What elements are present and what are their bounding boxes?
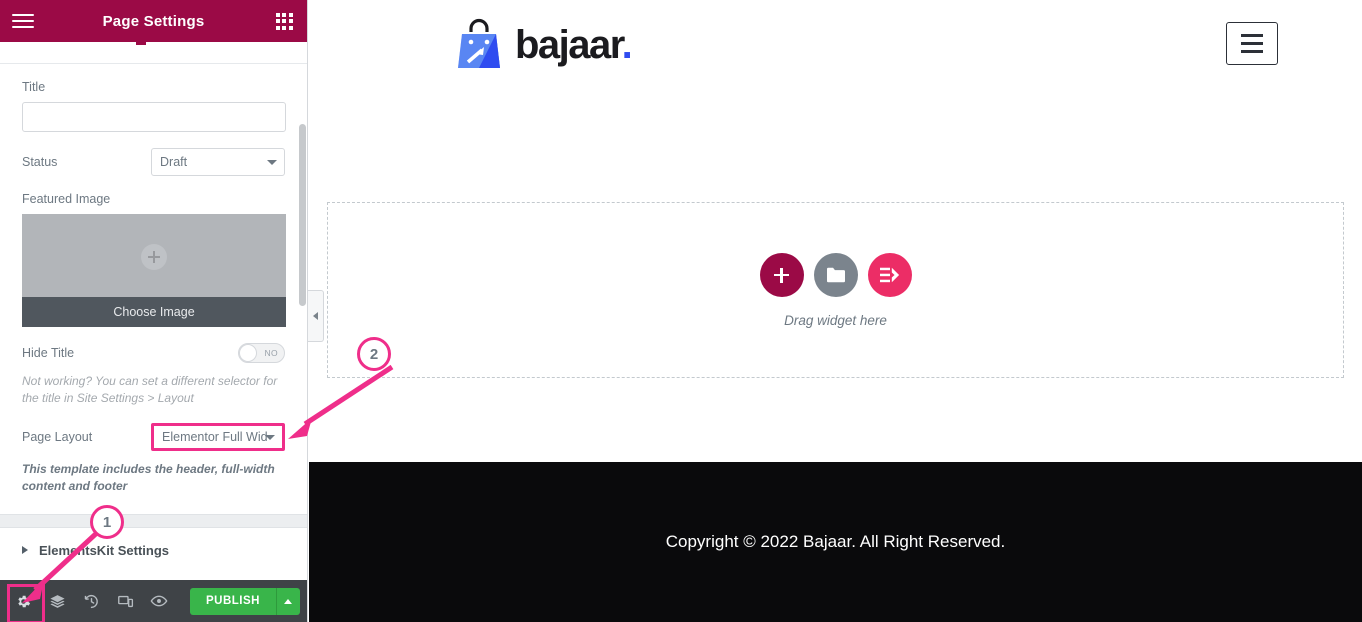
section-divider [0, 514, 307, 528]
title-field-group: Title [22, 80, 286, 132]
page-layout-group: Page Layout Elementor Full Wid [22, 423, 285, 452]
choose-image-button[interactable]: Choose Image [22, 297, 286, 327]
page-layout-hint: This template includes the header, full-… [22, 462, 275, 494]
grid-icon[interactable] [261, 0, 307, 42]
site-logo[interactable]: bajaar. [454, 16, 633, 74]
hide-title-label: Hide Title [22, 346, 75, 360]
status-select-value: Draft [160, 155, 188, 169]
panel-scroll-edge [0, 42, 307, 64]
hide-title-hint: Not working? You can set a different sel… [22, 374, 278, 406]
elementor-settings-panel: Page Settings Title Status Draft Feature… [0, 0, 308, 622]
annotation-marker-1: 1 [90, 505, 124, 539]
featured-image-group: Featured Image Choose Image [22, 192, 286, 327]
history-icon[interactable] [74, 580, 108, 622]
title-input[interactable] [22, 102, 286, 132]
publish-button[interactable]: PUBLISH [190, 587, 300, 615]
scrolled-tab-stub [136, 42, 146, 45]
annotation-marker-2: 2 [357, 337, 391, 371]
site-footer: Copyright © 2022 Bajaar. All Right Reser… [309, 462, 1362, 622]
panel-scrollbar[interactable] [299, 124, 306, 306]
status-select[interactable]: Draft [151, 148, 285, 176]
plus-icon [141, 244, 167, 270]
chevron-down-icon [265, 435, 275, 441]
publish-options-chevron-up-icon[interactable] [275, 587, 300, 615]
page-title: Page Settings [102, 12, 205, 30]
publish-label: PUBLISH [206, 595, 260, 607]
shopping-bag-icon [458, 18, 500, 68]
panel-body: Title Status Draft Featured Image Choose… [0, 64, 307, 572]
title-label: Title [22, 80, 46, 94]
page-layout-label: Page Layout [22, 430, 93, 445]
hide-title-toggle[interactable]: NO [238, 343, 285, 363]
dropzone-buttons [759, 253, 912, 297]
chevron-left-icon [313, 312, 318, 320]
logo-dot: . [621, 22, 633, 67]
panel-header: Page Settings [0, 0, 307, 42]
accordion-label: ElementsKit Settings [39, 542, 170, 558]
toggle-knob [239, 344, 257, 362]
featured-image-label: Featured Image [22, 192, 111, 206]
elementor-editor-screen: Page Settings Title Status Draft Feature… [0, 0, 1362, 622]
elementskit-icon[interactable] [867, 253, 912, 297]
status-label: Status [22, 155, 58, 169]
page-preview-canvas: bajaar. Drag widget here Copyright © 202… [309, 0, 1362, 622]
accordion-elementskit-settings[interactable]: ElementsKit Settings [0, 528, 307, 572]
responsive-icon[interactable] [108, 580, 142, 622]
page-layout-select[interactable]: Elementor Full Wid [151, 423, 285, 452]
site-header: bajaar. [309, 0, 1362, 88]
status-field-group: Status Draft [22, 148, 285, 176]
add-section-plus-icon[interactable] [759, 253, 804, 297]
hamburger-icon[interactable] [0, 0, 46, 42]
chevron-right-icon [22, 546, 28, 554]
copyright-text: Copyright © 2022 Bajaar. All Right Reser… [665, 532, 1006, 551]
preview-eye-icon[interactable] [142, 580, 176, 622]
page-layout-select-value: Elementor Full Wid [162, 430, 268, 445]
widget-dropzone[interactable]: Drag widget here [327, 202, 1344, 378]
toggle-state-label: NO [264, 348, 278, 358]
dropzone-label: Drag widget here [784, 313, 887, 328]
dropzone-content: Drag widget here [328, 253, 1343, 328]
accordion-section: ElementsKit Settings [0, 514, 307, 572]
chevron-down-icon [267, 160, 277, 165]
featured-image-dropzone[interactable]: Choose Image [22, 214, 286, 327]
layers-icon[interactable] [40, 580, 74, 622]
hide-title-group: Hide Title NO [22, 343, 285, 363]
folder-icon[interactable] [813, 253, 858, 297]
panel-footer-toolbar: PUBLISH [0, 580, 307, 622]
panel-collapse-handle[interactable] [308, 290, 324, 342]
settings-gear-icon[interactable] [6, 580, 45, 622]
nav-hamburger-icon[interactable] [1226, 22, 1278, 65]
logo-text: bajaar. [515, 22, 633, 67]
